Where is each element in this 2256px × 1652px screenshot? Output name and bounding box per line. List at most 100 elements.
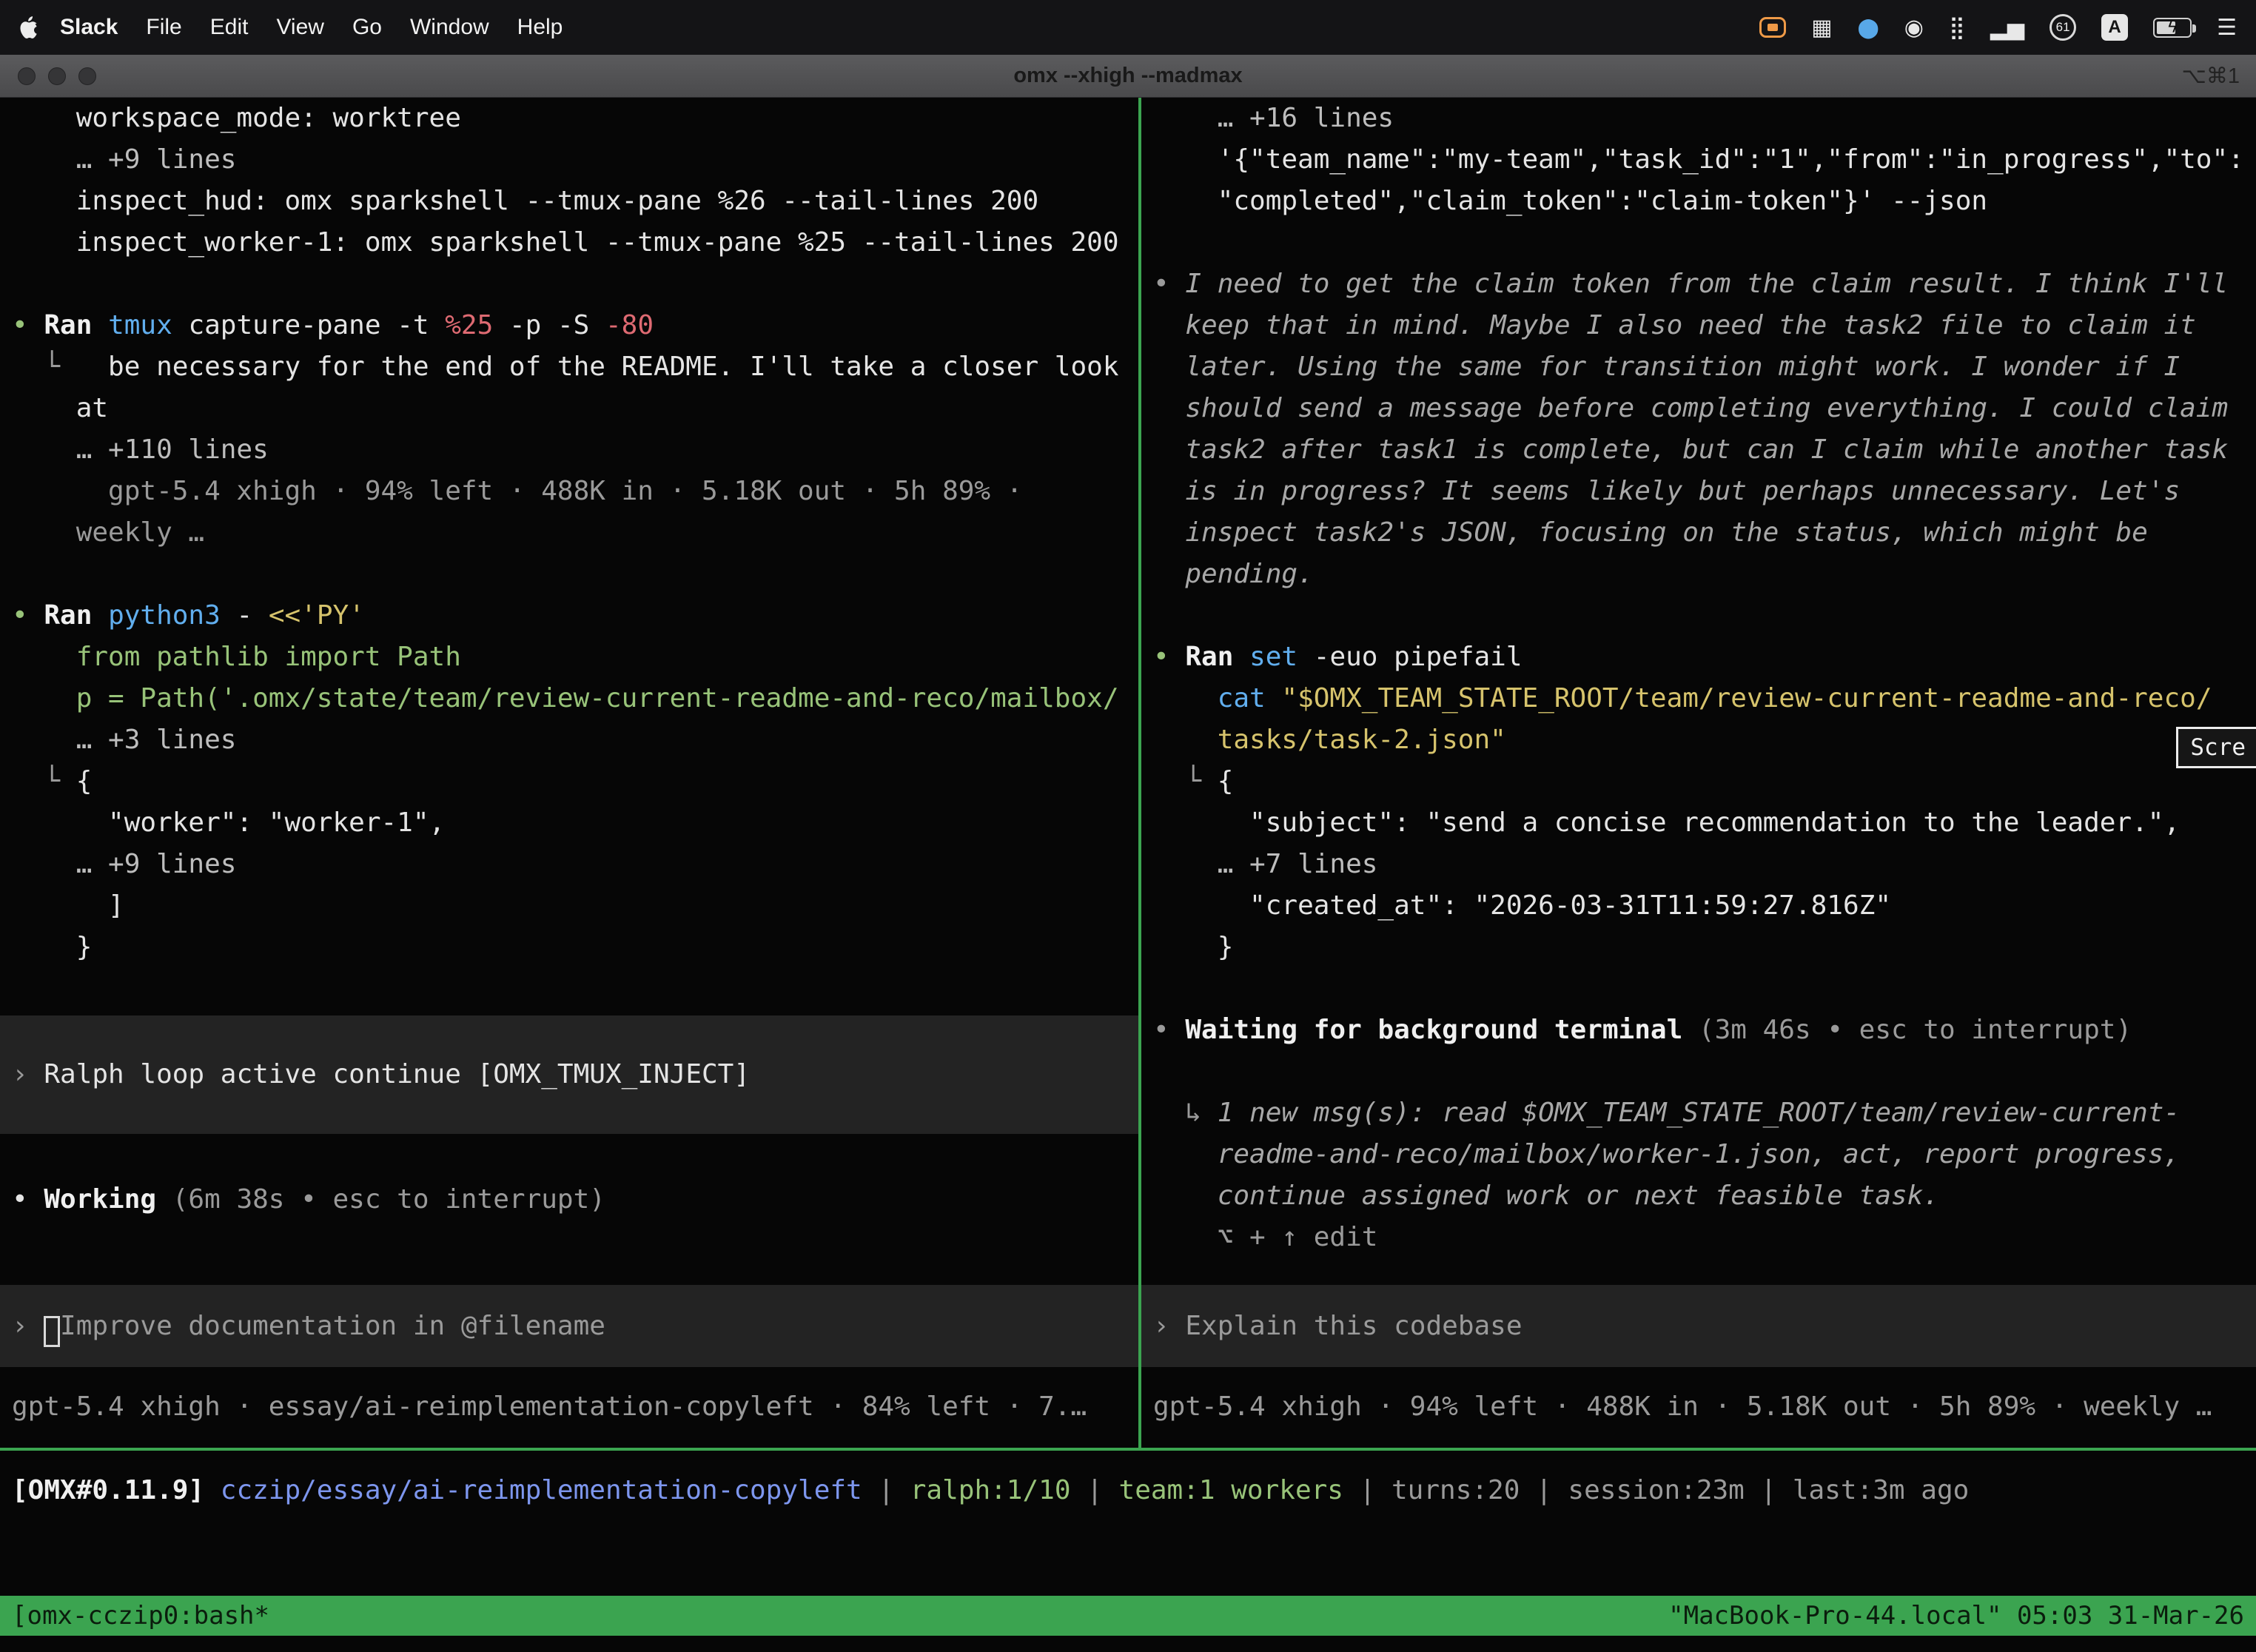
input-source-letter: A (2108, 17, 2121, 38)
terminal-line: readme-and-reco/mailbox/worker-1.json, a… (1153, 1134, 2256, 1175)
terminal-line: • Ran set -euo pipefail (1153, 637, 2256, 678)
tmux-pane-left[interactable]: workspace_mode: worktree … +9 lines insp… (0, 98, 1138, 1448)
terminal-line: gpt-5.4 xhigh · essay/ai-reimplementatio… (12, 1386, 1138, 1428)
terminal-line: "subject": "send a concise recommendatio… (1153, 802, 2256, 844)
app-menus: SlackFileEditViewGoWindowHelp (46, 15, 577, 40)
input-source-icon[interactable]: A (2101, 14, 2128, 41)
terminal-line: └ { (1153, 761, 2256, 802)
screen-recording-stop-icon[interactable] (1759, 17, 1786, 38)
terminal-line: gpt-5.4 xhigh · 94% left · 488K in · 5.1… (12, 471, 1138, 512)
working-status: • Working (6m 38s • esc to interrupt) (12, 1179, 1138, 1220)
terminal-line: p = Path('.omx/state/team/review-current… (12, 678, 1138, 719)
menu-view[interactable]: View (262, 15, 338, 40)
terminal-line: └ be necessary for the end of the README… (12, 346, 1138, 388)
menu-file[interactable]: File (132, 15, 195, 40)
tmux-pane-right[interactable]: … +16 lines '{"team_name":"my-team","tas… (1141, 98, 2256, 1448)
terminal-line: • Ran tmux capture-pane -t %25 -p -S -80 (12, 305, 1138, 346)
menu-help[interactable]: Help (503, 15, 577, 40)
screen: SlackFileEditViewGoWindowHelp ▦ ⬤ ◉ ⣿ ▂▅… (0, 0, 2256, 1652)
terminal-line: … +16 lines (1153, 98, 2256, 139)
window-title: omx --xhigh --madmax (0, 64, 2256, 88)
zoom-button[interactable] (78, 67, 96, 85)
menu-lines-icon[interactable]: ☰ (2217, 15, 2237, 41)
terminal-line: ⌥ + ↑ edit (1153, 1217, 2256, 1258)
terminal-line (12, 263, 1138, 305)
prompt-input-right[interactable]: › Explain this codebase (1141, 1285, 2256, 1367)
terminal-line: … +7 lines (1153, 844, 2256, 885)
terminal-line (1153, 1051, 2256, 1092)
menu-window[interactable]: Window (396, 15, 503, 40)
terminal-line: cat "$OMX_TEAM_STATE_ROOT/team/review-cu… (1153, 678, 2256, 719)
tmux-status-bar: [omx-cczip0:bash* "MacBook-Pro-44.local"… (0, 1596, 2256, 1636)
bars-icon[interactable]: ▂▅ (1990, 15, 2024, 41)
terminal-line: '{"team_name":"my-team","task_id":"1","f… (1153, 139, 2256, 181)
menu-bar: SlackFileEditViewGoWindowHelp ▦ ⬤ ◉ ⣿ ▂▅… (0, 0, 2256, 55)
terminal-line (1153, 222, 2256, 263)
menu-slack[interactable]: Slack (46, 15, 132, 40)
terminal-line: should send a message before completing … (1153, 388, 2256, 429)
terminal-line: task2 after task1 is complete, but can I… (1153, 429, 2256, 471)
minimize-button[interactable] (48, 67, 66, 85)
close-button[interactable] (18, 67, 36, 85)
menu-edit[interactable]: Edit (196, 15, 263, 40)
right-pane-statusline: gpt-5.4 xhigh · 94% left · 488K in · 5.1… (1153, 1386, 2256, 1428)
screen-capture-popup[interactable]: Scre (2176, 727, 2256, 768)
terminal-line: keep that in mind. Maybe I also need the… (1153, 305, 2256, 346)
gauge-icon[interactable]: 61 (2049, 14, 2076, 41)
right-pane-output: … +16 lines '{"team_name":"my-team","tas… (1153, 98, 2256, 1258)
terminal-line: › Improve documentation in @filename (12, 1306, 1138, 1347)
terminal-line: inspect_worker-1: omx sparkshell --tmux-… (12, 222, 1138, 263)
tmux-host-clock: "MacBook-Pro-44.local" 05:03 31-Mar-26 (1668, 1601, 2244, 1631)
terminal-line: weekly … (12, 512, 1138, 554)
terminal-line: at (12, 388, 1138, 429)
left-pane-output: workspace_mode: worktree … +9 lines insp… (12, 98, 1138, 968)
record-dot (1767, 24, 1778, 31)
terminal-line: ] (12, 885, 1138, 927)
terminal-line: from pathlib import Path (12, 637, 1138, 678)
window-title-bar[interactable]: omx --xhigh --madmax ⌥⌘1 (0, 55, 2256, 98)
terminal-line: inspect_hud: omx sparkshell --tmux-pane … (12, 181, 1138, 222)
terminal-line: "worker": "worker-1", (12, 802, 1138, 844)
omx-status-line: [OMX#0.11.9] cczip/essay/ai-reimplementa… (12, 1470, 2256, 1511)
terminal-line: workspace_mode: worktree (12, 98, 1138, 139)
terminal-line: ↳ 1 new msg(s): read $OMX_TEAM_STATE_ROO… (1153, 1092, 2256, 1134)
terminal-line: • I need to get the claim token from the… (1153, 263, 2256, 305)
menu-bar-left: SlackFileEditViewGoWindowHelp (19, 15, 577, 40)
disc-icon[interactable]: ◉ (1904, 15, 1924, 41)
terminal-line (1153, 595, 2256, 637)
terminal-line: … +9 lines (12, 139, 1138, 181)
terminal-line: • Ran python3 - <<'PY' (12, 595, 1138, 637)
traffic-lights (18, 67, 96, 85)
terminal-line (12, 554, 1138, 595)
terminal-line (1153, 968, 2256, 1010)
terminal-line: [OMX#0.11.9] cczip/essay/ai-reimplementa… (12, 1470, 2256, 1511)
battery-icon[interactable]: ϟ (2153, 18, 2192, 38)
terminal-line: › Explain this codebase (1153, 1306, 2256, 1347)
tmux-session-label[interactable]: [omx-cczip0:bash* (12, 1601, 269, 1631)
terminal-line: › Ralph loop active continue [OMX_TMUX_I… (12, 1054, 1138, 1095)
terminal-line: "created_at": "2026-03-31T11:59:27.816Z" (1153, 885, 2256, 927)
terminal: workspace_mode: worktree … +9 lines insp… (0, 98, 2256, 1652)
terminal-line: • Waiting for background terminal (3m 46… (1153, 1010, 2256, 1051)
prompt-input-left[interactable]: › Improve documentation in @filename (0, 1285, 1138, 1367)
terminal-line: … +110 lines (12, 429, 1138, 471)
terminal-line: } (12, 927, 1138, 968)
terminal-line: "completed","claim_token":"claim-token"}… (1153, 181, 2256, 222)
pane-bottom-border (0, 1448, 2256, 1451)
window-shortcut: ⌥⌘1 (2181, 63, 2240, 89)
dots-grid-icon[interactable]: ⣿ (1949, 15, 1965, 41)
terminal-line: gpt-5.4 xhigh · 94% left · 488K in · 5.1… (1153, 1386, 2256, 1428)
apple-menu-icon[interactable] (19, 16, 38, 38)
menu-go[interactable]: Go (338, 15, 396, 40)
grid-icon[interactable]: ▦ (1811, 15, 1832, 41)
terminal-line: • Working (6m 38s • esc to interrupt) (12, 1179, 1138, 1220)
terminal-line: … +3 lines (12, 719, 1138, 761)
terminal-line: └ { (12, 761, 1138, 802)
terminal-line: tasks/task-2.json" (1153, 719, 2256, 761)
terminal-line: pending. (1153, 554, 2256, 595)
drop-icon[interactable]: ⬤ (1858, 16, 1879, 39)
terminal-line: } (1153, 927, 2256, 968)
terminal-line: is in progress? It seems likely but perh… (1153, 471, 2256, 512)
charging-bolt-icon: ϟ (2168, 17, 2177, 36)
left-pane-statusline: gpt-5.4 xhigh · essay/ai-reimplementatio… (12, 1386, 1138, 1428)
